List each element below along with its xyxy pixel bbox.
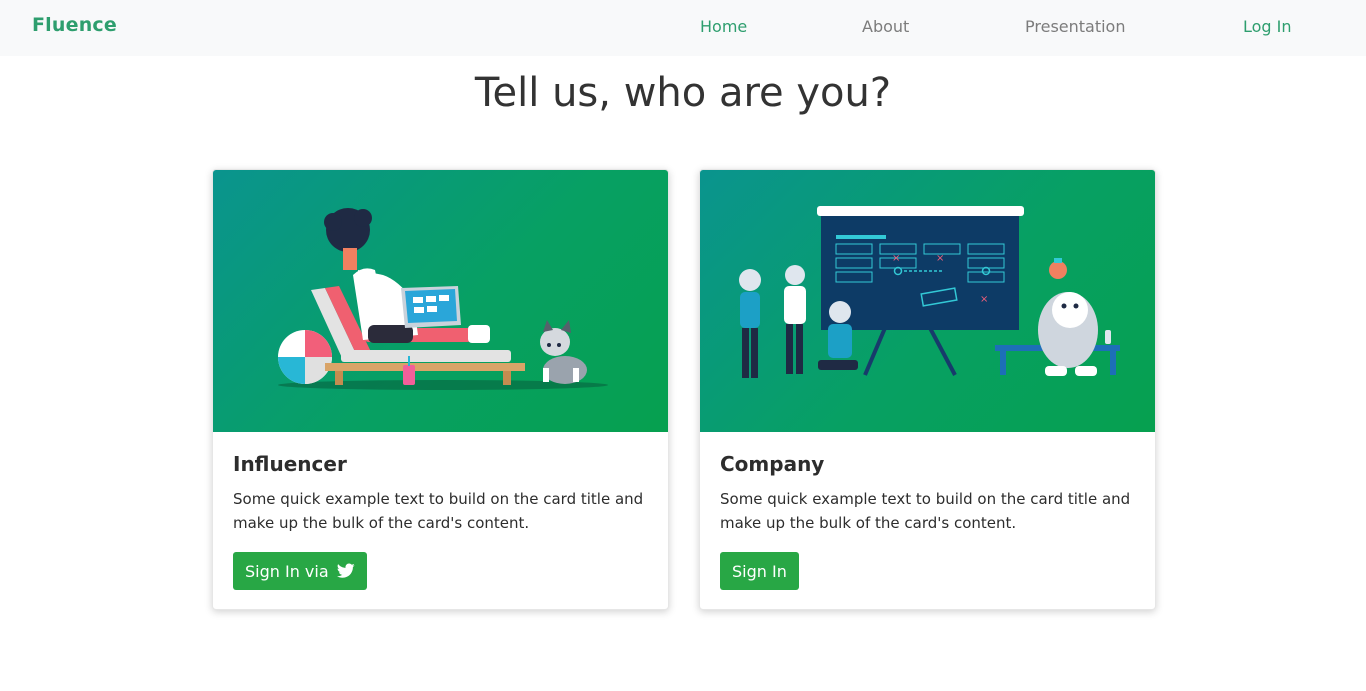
company-card-title: Company [720,452,825,476]
page-title: Tell us, who are you? [474,70,892,116]
company-sign-in-button[interactable]: Sign In [720,552,799,590]
twitter-sign-in-label: Sign In via [245,561,329,581]
influencer-illustration [213,170,668,432]
twitter-icon [336,563,355,579]
svg-text:×: × [936,253,944,264]
svg-text:×: × [892,253,900,264]
company-sign-in-label: Sign In [732,561,787,581]
svg-text:×: × [980,294,988,305]
brand-logo[interactable]: Fluence [32,14,117,36]
company-illustration: × × × [700,170,1155,432]
company-card-text: Some quick example text to build on the … [720,490,1131,532]
nav-presentation-link[interactable]: Presentation [1025,17,1125,36]
nav-home-link[interactable]: Home [700,17,747,36]
nav-login-link[interactable]: Log In [1243,17,1292,36]
influencer-card: Influencer Some quick example text to bu… [212,169,669,610]
company-card: × × × Company Some quick example text to… [699,169,1156,610]
twitter-sign-in-button[interactable]: Sign In via [233,552,367,590]
nav-about-link[interactable]: About [862,17,909,36]
navbar: Fluence Home About Presentation Log In [0,0,1366,56]
influencer-card-title: Influencer [233,452,347,476]
influencer-card-text: Some quick example text to build on the … [233,490,644,532]
